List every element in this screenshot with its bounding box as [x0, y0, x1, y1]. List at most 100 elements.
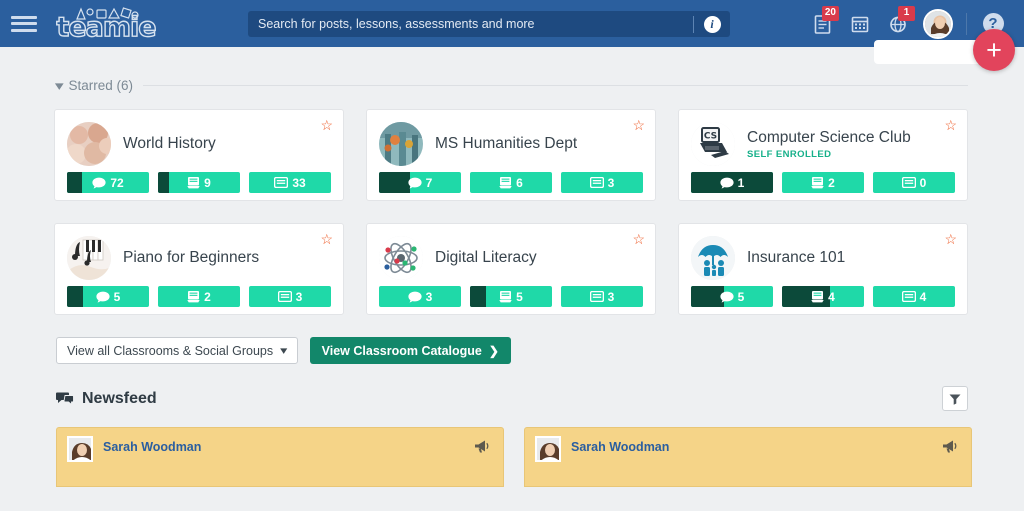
calendar-icon: [851, 16, 869, 32]
assessment-card-icon: [901, 291, 916, 302]
starred-label: Starred (6): [68, 78, 134, 93]
card-stat-count: 3: [425, 289, 433, 304]
create-button[interactable]: +: [973, 29, 1015, 71]
comment-icon: [92, 177, 106, 189]
card-title: World History: [123, 135, 216, 153]
chevron-right-icon: ❯: [488, 343, 499, 358]
card-stat-lesson-book[interactable]: 9: [158, 172, 240, 193]
card-stat-comment[interactable]: 5: [691, 286, 773, 307]
calendar-icon-button[interactable]: [841, 5, 879, 43]
card-stat-lesson-book[interactable]: 2: [158, 286, 240, 307]
lesson-book-icon: [187, 177, 200, 189]
lesson-book-icon: [187, 291, 200, 303]
classroom-card[interactable]: ☆ MS Humanities Dept 7 6 3: [366, 109, 656, 201]
classroom-card[interactable]: ☆ Piano for Beginners 5 2 3: [54, 223, 344, 315]
card-stat-lesson-book[interactable]: 5: [470, 286, 552, 307]
card-avatar-image: [67, 122, 111, 166]
post-author: Sarah Woodman: [571, 440, 670, 454]
info-icon: i: [703, 15, 721, 33]
card-stat-assessment-card[interactable]: 0: [873, 172, 955, 193]
card-stat-comment[interactable]: 3: [379, 286, 461, 307]
star-icon[interactable]: ☆: [632, 232, 645, 246]
assessment-card-icon: [901, 177, 916, 188]
search-info-button[interactable]: i: [694, 11, 730, 37]
newsfeed-posts: Sarah Woodman Sarah Woodman: [56, 427, 972, 487]
starred-section-header[interactable]: ▾ Starred (6): [55, 78, 968, 93]
card-stat-assessment-card[interactable]: 3: [249, 286, 331, 307]
post-author: Sarah Woodman: [103, 440, 202, 454]
card-stat-count: 5: [516, 289, 523, 304]
card-avatar: CS: [691, 122, 735, 166]
svg-text:CS: CS: [704, 132, 717, 142]
card-stat-comment[interactable]: 7: [379, 172, 461, 193]
card-avatar-image: [67, 236, 111, 280]
card-stat-lesson-book[interactable]: 2: [782, 172, 864, 193]
newsfeed-filter-button[interactable]: [942, 386, 968, 411]
view-all-classrooms-select[interactable]: View all Classrooms & Social Groups ▾: [56, 337, 298, 364]
card-title: MS Humanities Dept: [435, 135, 578, 153]
newsfeed-label: Newsfeed: [82, 389, 157, 407]
card-stat-count: 5: [737, 289, 745, 304]
card-title: Insurance 101: [747, 249, 846, 267]
search-bar[interactable]: i: [248, 11, 730, 37]
card-avatar-image: [379, 122, 423, 166]
assessment-card-icon: [589, 177, 604, 188]
megaphone-icon: [474, 439, 491, 458]
card-avatar: [67, 236, 111, 280]
star-icon[interactable]: ☆: [320, 232, 333, 246]
newsfeed-post[interactable]: Sarah Woodman: [524, 427, 972, 487]
app-header: teamie i 20: [0, 0, 1024, 47]
search-input[interactable]: [248, 11, 693, 37]
card-stat-count: 33: [292, 175, 306, 190]
card-stat-count: 4: [919, 289, 927, 304]
star-icon[interactable]: ☆: [632, 118, 645, 132]
star-icon[interactable]: ☆: [944, 232, 957, 246]
card-stat-assessment-card[interactable]: 33: [249, 172, 331, 193]
hamburger-icon[interactable]: [11, 14, 37, 34]
classroom-card[interactable]: ☆ World History 72 9 33: [54, 109, 344, 201]
card-stat-count: 3: [295, 289, 303, 304]
avatar[interactable]: [923, 8, 953, 39]
card-avatar-image: [379, 236, 423, 280]
card-stat-count: 1: [737, 175, 745, 190]
documents-badge: 20: [821, 5, 839, 21]
card-stat-count: 4: [828, 289, 835, 304]
assessment-card-icon: [589, 291, 604, 302]
notifications-globe-icon-button[interactable]: 1: [879, 5, 917, 43]
card-stat-comment[interactable]: 72: [67, 172, 149, 193]
classroom-card[interactable]: ☆ Digital Literacy 3 5 3: [366, 223, 656, 315]
card-stat-count: 6: [516, 175, 523, 190]
card-stat-assessment-card[interactable]: 3: [561, 286, 643, 307]
star-icon[interactable]: ☆: [320, 118, 333, 132]
card-avatar-image: [691, 236, 735, 280]
teamie-logo[interactable]: teamie: [51, 4, 161, 44]
notifications-badge: 1: [898, 5, 915, 21]
documents-icon-button[interactable]: 20: [803, 5, 841, 43]
card-stat-assessment-card[interactable]: 4: [873, 286, 955, 307]
card-stat-count: 3: [607, 289, 615, 304]
chevron-down-icon: ▾: [280, 345, 288, 357]
card-title: Computer Science Club: [747, 128, 911, 146]
classroom-cards-grid: ☆ World History 72 9 33 ☆ MS Humanities Dept 7 6…: [54, 109, 970, 315]
star-icon[interactable]: ☆: [944, 118, 957, 132]
filter-funnel-icon: [949, 394, 961, 405]
card-stat-assessment-card[interactable]: 3: [561, 172, 643, 193]
post-avatar[interactable]: [67, 436, 93, 462]
newsfeed-post[interactable]: Sarah Woodman: [56, 427, 504, 487]
comment-icon: [720, 177, 734, 189]
post-avatar[interactable]: [535, 436, 561, 462]
classroom-card[interactable]: ☆ CS Computer Science Club SELF ENROLLED 1 2 0: [678, 109, 968, 201]
lesson-book-icon: [499, 177, 512, 189]
classroom-card[interactable]: ☆ Insurance 101 5 4 4: [678, 223, 968, 315]
lesson-book-icon: [811, 177, 824, 189]
card-stat-lesson-book[interactable]: 6: [470, 172, 552, 193]
card-stat-comment[interactable]: 1: [691, 172, 773, 193]
comments-icon: [56, 392, 74, 406]
view-classroom-catalogue-button[interactable]: View Classroom Catalogue ❯: [309, 337, 511, 364]
lesson-book-icon: [499, 291, 512, 303]
card-stat-comment[interactable]: 5: [67, 286, 149, 307]
newsfeed-header: Newsfeed: [56, 386, 968, 411]
card-stat-lesson-book[interactable]: 4: [782, 286, 864, 307]
section-divider: [143, 85, 968, 86]
comment-icon: [408, 291, 422, 303]
